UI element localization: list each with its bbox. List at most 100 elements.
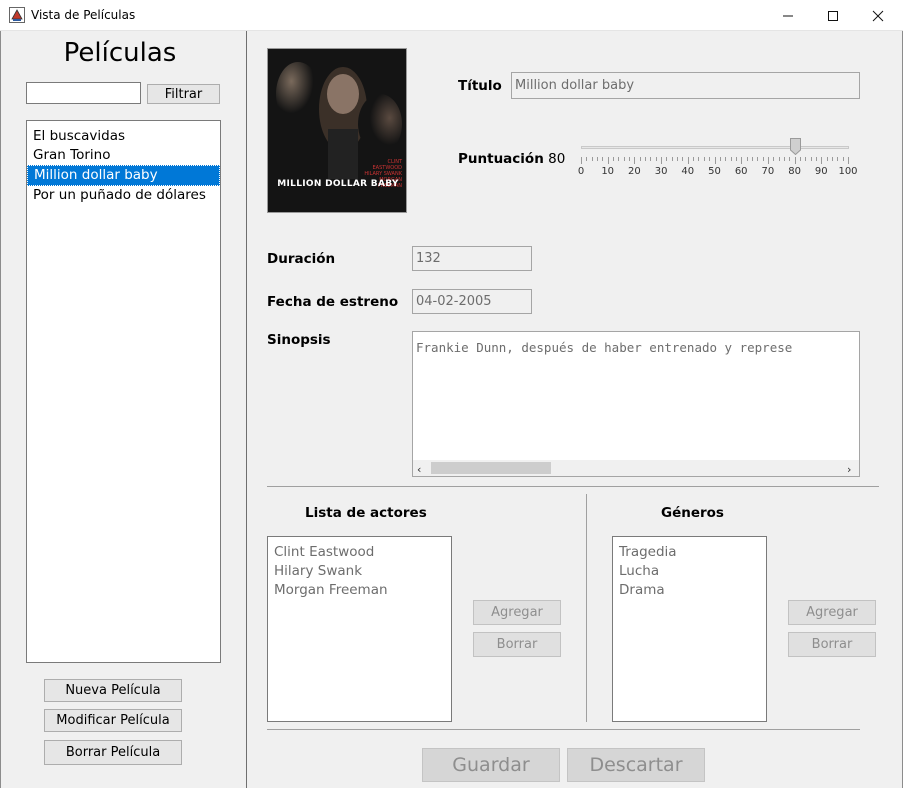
slider-minor-tick: [639, 157, 641, 161]
movie-list-item[interactable]: El buscavidas: [27, 127, 220, 146]
movies-heading: Películas: [63, 38, 177, 68]
slider-scale-label: 20: [628, 166, 641, 177]
actors-list[interactable]: Clint Eastwood Hilary Swank Morgan Freem…: [267, 536, 452, 722]
release-date-field[interactable]: 04-02-2005: [412, 289, 532, 314]
genres-list[interactable]: Tragedia Lucha Drama: [612, 536, 767, 722]
slider-minor-tick: [586, 157, 588, 161]
scroll-thumb[interactable]: [431, 462, 551, 474]
rating-row: Puntuación 80: [458, 151, 565, 167]
close-icon: [872, 10, 883, 21]
footer-separator: [267, 729, 860, 730]
slider-minor-tick: [597, 157, 599, 161]
duration-label: Duración: [267, 251, 336, 267]
slider-minor-tick: [655, 157, 657, 161]
scroll-left-arrow-icon[interactable]: ‹: [417, 463, 421, 476]
slider-minor-tick: [826, 157, 828, 161]
maximize-button[interactable]: [810, 0, 855, 31]
slider-scale-label: 30: [654, 166, 668, 177]
slider-minor-tick: [623, 157, 625, 161]
duration-field[interactable]: 132: [412, 246, 532, 271]
slider-scale-label: 80: [788, 166, 801, 177]
slider-minor-tick: [682, 157, 684, 161]
filter-button[interactable]: Filtrar: [147, 84, 220, 104]
slider-major-tick: [767, 157, 769, 164]
slider-minor-tick: [703, 157, 705, 161]
slider-thumb[interactable]: [789, 138, 801, 156]
slider-scale-label: 60: [734, 166, 748, 177]
genre-item[interactable]: Drama: [619, 581, 766, 600]
slider-major-tick: [581, 157, 582, 164]
slider-minor-tick: [629, 157, 631, 161]
slider-minor-tick: [618, 157, 620, 161]
minimize-icon: [782, 15, 793, 16]
window-border-left: [0, 31, 1, 788]
slider-minor-tick: [645, 157, 647, 161]
slider-minor-tick: [810, 157, 812, 161]
slider-major-tick: [634, 157, 636, 164]
edit-movie-button[interactable]: Modificar Película: [44, 709, 182, 732]
slider-minor-tick: [725, 157, 727, 161]
rating-label: Puntuación: [458, 151, 544, 167]
genre-item[interactable]: Lucha: [619, 562, 766, 581]
close-button[interactable]: [855, 0, 900, 31]
slider-minor-tick: [735, 157, 737, 161]
movie-list-item-selected[interactable]: Million dollar baby: [27, 165, 220, 186]
actor-item[interactable]: Hilary Swank: [274, 562, 451, 581]
title-field[interactable]: Million dollar baby: [511, 72, 860, 99]
slider-minor-tick: [591, 157, 593, 161]
delete-movie-button[interactable]: Borrar Película: [44, 740, 182, 765]
slider-minor-tick: [773, 157, 775, 161]
synopsis-area[interactable]: Frankie Dunn, después de haber entrenado…: [412, 331, 860, 477]
slider-major-tick: [794, 157, 796, 164]
actor-item[interactable]: Clint Eastwood: [274, 543, 451, 562]
window-title: Vista de Películas: [31, 8, 136, 22]
filter-input[interactable]: [26, 82, 141, 104]
synopsis-label: Sinopsis: [267, 332, 331, 348]
slider-minor-tick: [666, 157, 668, 161]
split-pane-divider[interactable]: [246, 31, 247, 788]
movie-list-item[interactable]: Por un puñado de dólares: [27, 186, 220, 205]
slider-scale-label: 90: [814, 166, 828, 177]
slider-minor-tick: [778, 157, 780, 161]
add-actor-button[interactable]: Agregar: [473, 600, 561, 625]
slider-track: [581, 146, 849, 149]
slider-minor-tick: [789, 157, 791, 161]
movie-list[interactable]: El buscavidas Gran Torino Million dollar…: [26, 120, 221, 663]
new-movie-button[interactable]: Nueva Película: [44, 679, 182, 702]
slider-minor-tick: [698, 157, 700, 161]
slider-minor-tick: [831, 157, 833, 161]
slider-minor-tick: [746, 157, 748, 161]
slider-scale-label: 70: [761, 166, 775, 177]
slider-minor-tick: [730, 157, 732, 161]
slider-minor-tick: [815, 157, 817, 161]
slider-major-tick: [661, 157, 663, 164]
slider-scale-label: 100: [838, 166, 858, 177]
slider-minor-tick: [762, 157, 764, 161]
slider-major-tick: [607, 157, 609, 164]
delete-genre-button[interactable]: Borrar: [788, 632, 876, 657]
slider-major-tick: [821, 157, 823, 164]
slider-minor-tick: [602, 157, 604, 161]
slider-scale-label: 10: [601, 166, 615, 177]
save-button[interactable]: Guardar: [422, 748, 560, 782]
scroll-right-arrow-icon[interactable]: ›: [847, 463, 851, 476]
genre-item[interactable]: Tragedia: [619, 543, 766, 562]
rating-slider[interactable]: 0 10 20 30 40 50 60 70 80 90 100: [570, 138, 860, 183]
discard-button[interactable]: Descartar: [567, 748, 705, 782]
poster-title: MILLION DOLLAR BABY: [277, 179, 399, 189]
movie-list-item[interactable]: Gran Torino: [27, 146, 220, 165]
minimize-button[interactable]: [765, 0, 810, 31]
slider-major-tick: [848, 157, 849, 164]
add-genre-button[interactable]: Agregar: [788, 600, 876, 625]
actor-item[interactable]: Morgan Freeman: [274, 581, 451, 600]
slider-minor-tick: [650, 157, 652, 161]
maximize-icon: [827, 10, 838, 21]
delete-actor-button[interactable]: Borrar: [473, 632, 561, 657]
slider-minor-tick: [671, 157, 673, 161]
genres-heading: Géneros: [661, 505, 724, 521]
actors-heading: Lista de actores: [305, 505, 427, 521]
title-bar: Vista de Películas: [0, 0, 903, 31]
title-label: Título: [458, 78, 502, 94]
synopsis-hscrollbar[interactable]: ‹ ›: [413, 460, 859, 476]
slider-scale-label: 40: [681, 166, 695, 177]
